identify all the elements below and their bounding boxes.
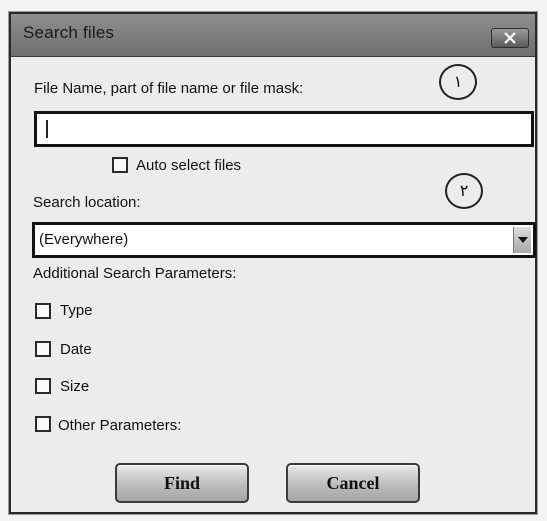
file-name-field[interactable]	[37, 114, 531, 144]
close-button[interactable]	[491, 28, 529, 48]
file-name-label: File Name, part of file name or file mas…	[34, 80, 304, 97]
date-checkbox[interactable]	[35, 341, 51, 357]
file-name-input[interactable]	[34, 111, 534, 147]
additional-params-heading: Additional Search Parameters:	[33, 265, 237, 282]
size-label: Size	[60, 378, 90, 395]
search-location-select[interactable]: (Everywhere)	[32, 222, 536, 258]
search-files-dialog: Search files File Name, part of file nam…	[9, 12, 537, 514]
search-location-value: (Everywhere)	[39, 231, 129, 248]
date-label: Date	[60, 341, 92, 358]
close-icon	[504, 32, 516, 44]
auto-select-checkbox[interactable]	[112, 157, 128, 173]
dropdown-button[interactable]	[513, 227, 531, 253]
auto-select-label: Auto select files	[136, 157, 242, 174]
annotation-marker-2: ٢	[445, 173, 483, 209]
size-checkbox[interactable]	[35, 378, 51, 394]
type-label: Type	[60, 302, 93, 319]
title-bar[interactable]: Search files	[11, 14, 535, 57]
search-location-label: Search location:	[33, 194, 141, 211]
other-parameters-checkbox[interactable]	[35, 416, 51, 432]
find-button[interactable]: Find	[115, 463, 249, 503]
window-title: Search files	[23, 23, 115, 42]
other-parameters-label: Other Parameters:	[58, 417, 182, 434]
annotation-marker-1: ١	[439, 64, 477, 100]
cancel-button[interactable]: Cancel	[286, 463, 420, 503]
text-caret	[46, 120, 48, 138]
type-checkbox[interactable]	[35, 303, 51, 319]
chevron-down-icon	[518, 237, 528, 243]
